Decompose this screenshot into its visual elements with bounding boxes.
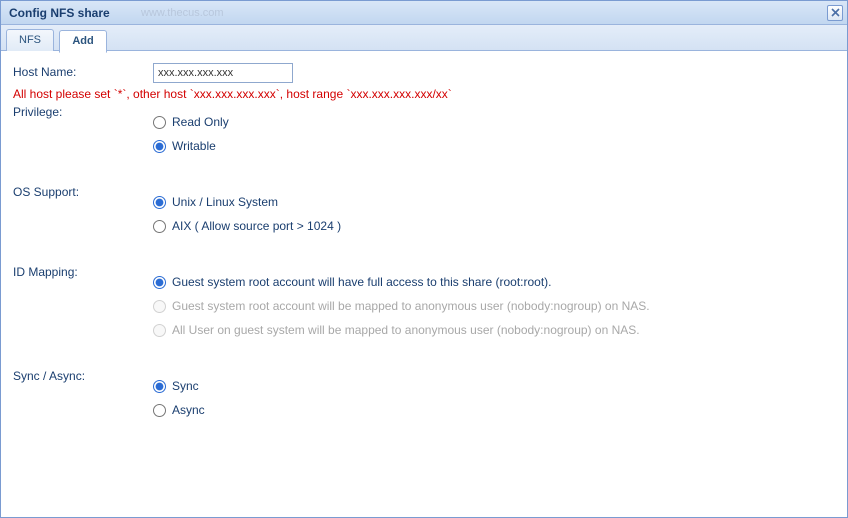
os-label: OS Support:	[13, 183, 153, 199]
hostname-input[interactable]	[153, 63, 293, 83]
idmap-anon-all: All User on guest system will be mapped …	[153, 323, 835, 337]
idmap-anon-root-label: Guest system root account will be mapped…	[172, 299, 650, 313]
os-unix[interactable]: Unix / Linux System	[153, 195, 835, 209]
sync-sync[interactable]: Sync	[153, 379, 835, 393]
idmap-row: ID Mapping: Guest system root account wi…	[13, 263, 835, 337]
idmap-anon-root: Guest system root account will be mapped…	[153, 299, 835, 313]
privilege-label: Privilege:	[13, 103, 153, 119]
privilege-writable-label: Writable	[172, 139, 216, 153]
idmap-root[interactable]: Guest system root account will have full…	[153, 275, 835, 289]
privilege-writable[interactable]: Writable	[153, 139, 835, 153]
idmap-root-label: Guest system root account will have full…	[172, 275, 552, 289]
privilege-readonly-radio[interactable]	[153, 116, 166, 129]
privilege-readonly-label: Read Only	[172, 115, 229, 129]
sync-async-label: Async	[172, 403, 205, 417]
os-aix-label: AIX ( Allow source port > 1024 )	[172, 219, 341, 233]
idmap-anon-root-radio	[153, 300, 166, 313]
window-title: Config NFS share	[9, 6, 827, 20]
sync-sync-radio[interactable]	[153, 380, 166, 393]
hostname-hint: All host please set `*`, other host `xxx…	[13, 87, 835, 101]
close-icon	[831, 8, 840, 17]
idmap-root-radio[interactable]	[153, 276, 166, 289]
config-nfs-window: Config NFS share www.thecus.com NFS Add …	[0, 0, 848, 518]
titlebar: Config NFS share www.thecus.com	[1, 1, 847, 25]
privilege-group: Read Only Writable	[153, 103, 835, 153]
sync-label: Sync / Async:	[13, 367, 153, 383]
privilege-row: Privilege: Read Only Writable	[13, 103, 835, 153]
idmap-group: Guest system root account will have full…	[153, 263, 835, 337]
privilege-readonly[interactable]: Read Only	[153, 115, 835, 129]
os-aix[interactable]: AIX ( Allow source port > 1024 )	[153, 219, 835, 233]
hostname-row: Host Name:	[13, 63, 835, 83]
watermark: www.thecus.com	[141, 7, 224, 19]
os-group: Unix / Linux System AIX ( Allow source p…	[153, 183, 835, 233]
tabstrip: NFS Add	[1, 25, 847, 51]
idmap-anon-all-label: All User on guest system will be mapped …	[172, 323, 640, 337]
add-panel: Host Name: All host please set `*`, othe…	[1, 51, 847, 517]
close-button[interactable]	[827, 5, 843, 21]
idmap-label: ID Mapping:	[13, 263, 153, 279]
os-unix-radio[interactable]	[153, 196, 166, 209]
sync-row: Sync / Async: Sync Async	[13, 367, 835, 417]
sync-group: Sync Async	[153, 367, 835, 417]
hostname-label: Host Name:	[13, 63, 153, 79]
os-aix-radio[interactable]	[153, 220, 166, 233]
os-row: OS Support: Unix / Linux System AIX ( Al…	[13, 183, 835, 233]
sync-async-radio[interactable]	[153, 404, 166, 417]
os-unix-label: Unix / Linux System	[172, 195, 278, 209]
privilege-writable-radio[interactable]	[153, 140, 166, 153]
tab-add[interactable]: Add	[59, 30, 106, 53]
sync-sync-label: Sync	[172, 379, 199, 393]
sync-async[interactable]: Async	[153, 403, 835, 417]
tab-nfs[interactable]: NFS	[6, 29, 54, 51]
idmap-anon-all-radio	[153, 324, 166, 337]
